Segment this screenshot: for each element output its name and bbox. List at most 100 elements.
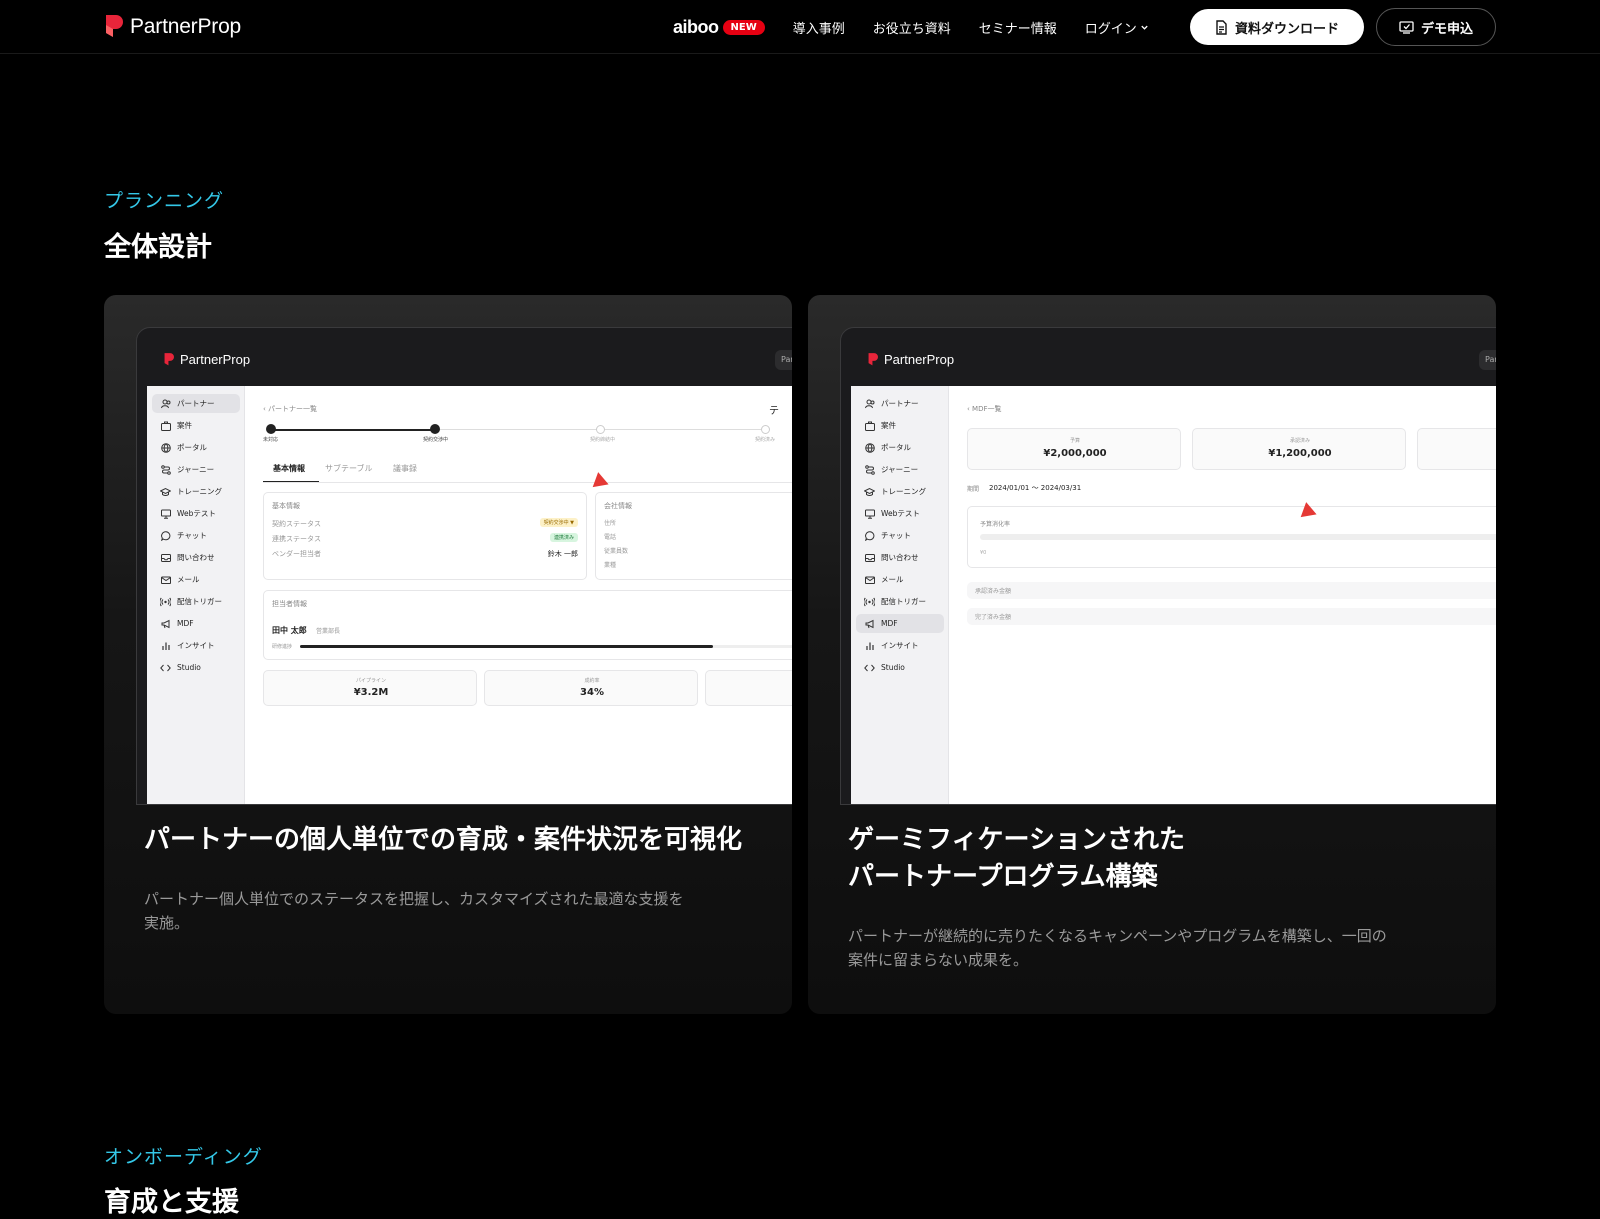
broadcast-icon xyxy=(160,596,171,607)
new-badge: NEW xyxy=(722,19,765,35)
contract-status-dropdown[interactable]: 契約交渉中 ▼ xyxy=(539,518,578,527)
sidebar-item-mail[interactable]: メール xyxy=(856,570,944,589)
partnerprop-logo[interactable]: PartnerProp xyxy=(104,13,241,40)
cursor-pointer-icon xyxy=(592,472,612,492)
sidebar-item-delivery-trigger[interactable]: 配信トリガー xyxy=(856,592,944,611)
sidebar-item-insight[interactable]: インサイト xyxy=(152,636,240,655)
feature-card-partner-visualization: PartnerProp Par パートナー 案件 ポータル ジャーニー トレーニ… xyxy=(104,295,792,1014)
sidebar-item-label: Studio xyxy=(881,663,905,672)
briefcase-icon xyxy=(864,420,875,431)
contact-info-panel: 担当者情報 田中 太郎 営業部長 研修進捗 xyxy=(263,590,792,660)
sidebar-item-inquiries[interactable]: 問い合わせ xyxy=(856,548,944,567)
sidebar-item-mail[interactable]: メール xyxy=(152,570,240,589)
sidebar-item-label: ポータル xyxy=(881,443,911,452)
tab-minutes[interactable]: 議事録 xyxy=(393,463,417,474)
app-window: パートナー 案件 ポータル ジャーニー トレーニング Webテスト チャット 問… xyxy=(851,386,1496,804)
step-dot-pending[interactable] xyxy=(761,425,770,434)
briefcase-icon xyxy=(160,420,171,431)
sidebar-item-partner[interactable]: パートナー xyxy=(856,394,944,413)
download-materials-button[interactable]: 資料ダウンロード xyxy=(1190,9,1364,45)
step-dot-pending[interactable] xyxy=(596,425,605,434)
step-label: 契約交渉中 xyxy=(423,437,449,443)
graduation-cap-icon xyxy=(864,486,875,497)
tab-basic-info[interactable]: 基本情報 xyxy=(273,463,305,474)
sidebar-item-label: MDF xyxy=(881,619,898,628)
sidebar-item-label: インサイト xyxy=(177,641,215,650)
stat-value: ¥3.2M xyxy=(353,687,389,698)
tab-subtable[interactable]: サブテーブル xyxy=(325,463,373,474)
sidebar-item-delivery-trigger[interactable]: 配信トリガー xyxy=(152,592,240,611)
sidebar-item-webtest[interactable]: Webテスト xyxy=(152,504,240,523)
sidebar-item-label: チャット xyxy=(881,531,911,540)
bar-chart-icon xyxy=(864,640,875,651)
demo-request-button[interactable]: デモ申込 xyxy=(1376,8,1496,46)
inbox-icon xyxy=(864,552,875,563)
sidebar-item-inquiries[interactable]: 問い合わせ xyxy=(152,548,240,567)
download-button-label: 資料ダウンロード xyxy=(1234,21,1339,37)
megaphone-icon xyxy=(864,618,875,629)
field-label: 住所 xyxy=(604,520,617,527)
mail-icon xyxy=(864,574,875,585)
sidebar-item-webtest[interactable]: Webテスト xyxy=(856,504,944,523)
approved-stat-card: 承認済み ¥1,200,000 xyxy=(1192,428,1406,470)
step-label: 契約締結中 xyxy=(590,437,616,443)
sidebar-item-portal[interactable]: ポータル xyxy=(856,438,944,457)
budget-usage-panel: 予算消化率 ¥0 xyxy=(967,506,1496,568)
screenshot-logo: PartnerProp xyxy=(867,352,954,367)
card-description: パートナーが継続的に売りたくなるキャンペーンやプログラムを構築し、一回の 案件に… xyxy=(848,924,1448,972)
mail-icon xyxy=(160,574,171,585)
link-status-badge: 連携済み xyxy=(549,533,578,542)
field-label: 連携ステータス xyxy=(272,535,321,543)
sidebar-item-label: メール xyxy=(177,575,200,584)
code-icon xyxy=(160,662,171,673)
sidebar-item-training[interactable]: トレーニング xyxy=(152,482,240,501)
code-icon xyxy=(864,662,875,673)
partnerprop-logo-mark-icon xyxy=(164,353,174,366)
stat-card xyxy=(1417,428,1496,470)
breadcrumb[interactable]: ‹ MDF一覧 xyxy=(967,404,1001,414)
list-item[interactable]: 完了済み金額 xyxy=(967,608,1496,625)
sidebar-item-chat[interactable]: チャット xyxy=(152,526,240,545)
sidebar-item-deals[interactable]: 案件 xyxy=(856,416,944,435)
sidebar-item-mdf[interactable]: MDF xyxy=(856,614,944,633)
step-dot-current[interactable] xyxy=(430,424,440,434)
sidebar-item-mdf[interactable]: MDF xyxy=(152,614,240,633)
users-icon xyxy=(864,398,875,409)
sidebar-item-insight[interactable]: インサイト xyxy=(856,636,944,655)
list-item[interactable]: 承認済み金額 xyxy=(967,582,1496,599)
step-dot-done[interactable] xyxy=(266,424,276,434)
nav-link-case-studies[interactable]: 導入事例 xyxy=(793,18,845,37)
page-header-partial: テ xyxy=(769,406,779,417)
sidebar-item-label: MDF xyxy=(177,619,194,628)
sidebar-item-deals[interactable]: 案件 xyxy=(152,416,240,435)
sidebar-item-label: パートナー xyxy=(881,399,919,408)
sidebar-item-journey[interactable]: ジャーニー xyxy=(856,460,944,479)
sidebar-item-studio[interactable]: Studio xyxy=(856,658,944,677)
nav-link-resources[interactable]: お役立ち資料 xyxy=(873,18,951,37)
vendor-rep-value: 鈴木 一郎 xyxy=(547,550,578,558)
screenshot-top-pill: Par xyxy=(775,350,792,370)
app-window: パートナー 案件 ポータル ジャーニー トレーニング Webテスト チャット 問… xyxy=(147,386,792,804)
step-label: 契約済み xyxy=(755,437,776,443)
login-dropdown[interactable]: ログイン xyxy=(1085,18,1149,37)
chat-bubble-icon xyxy=(160,530,171,541)
nav-link-seminars[interactable]: セミナー情報 xyxy=(979,18,1057,37)
card-description-line: 実施。 xyxy=(144,914,190,932)
sidebar-item-studio[interactable]: Studio xyxy=(152,658,240,677)
field-label: 従業員数 xyxy=(604,548,629,555)
sidebar-item-portal[interactable]: ポータル xyxy=(152,438,240,457)
sidebar-item-training[interactable]: トレーニング xyxy=(856,482,944,501)
stat-value: ¥2,000,000 xyxy=(1043,448,1107,459)
screenshot-logo-text: PartnerProp xyxy=(884,352,955,367)
sidebar-item-chat[interactable]: チャット xyxy=(856,526,944,545)
panel-title: 会社情報 xyxy=(604,502,632,510)
app-screenshot-partner-detail: PartnerProp Par パートナー 案件 ポータル ジャーニー トレーニ… xyxy=(136,327,792,805)
breadcrumb[interactable]: ‹ パートナー一覧 xyxy=(263,404,317,414)
card-title: ゲーミフィケーションされた パートナープログラム構築 xyxy=(848,822,1185,896)
training-progress-track xyxy=(300,645,792,648)
sidebar-item-partner[interactable]: パートナー xyxy=(152,394,240,413)
sidebar-item-journey[interactable]: ジャーニー xyxy=(152,460,240,479)
aiboo-link[interactable]: aiboo xyxy=(673,17,719,38)
screenshot-top-pill: Par xyxy=(1479,350,1496,370)
sidebar-item-label: Webテスト xyxy=(881,509,920,518)
